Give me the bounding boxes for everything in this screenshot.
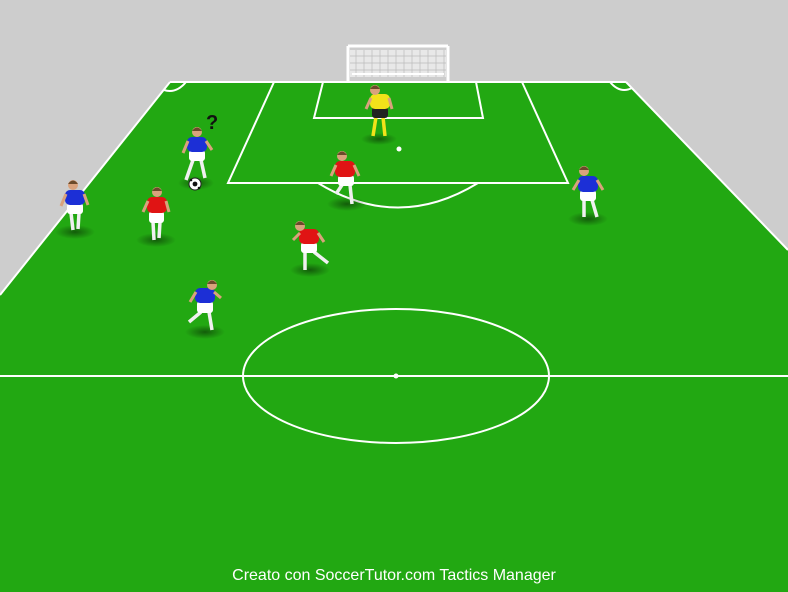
- center-spot: [393, 373, 399, 379]
- footer-credit: Creato con SoccerTutor.com Tactics Manag…: [232, 567, 556, 584]
- grass-field: [0, 82, 788, 592]
- question-mark: ?: [206, 112, 219, 134]
- soccer-pitch: [0, 44, 788, 592]
- tactics-diagram: ? Creato con SoccerTutor.com Tactics Man…: [0, 0, 788, 592]
- penalty-spot: [396, 146, 402, 152]
- ball: [188, 177, 202, 191]
- goal-frame: [346, 44, 450, 82]
